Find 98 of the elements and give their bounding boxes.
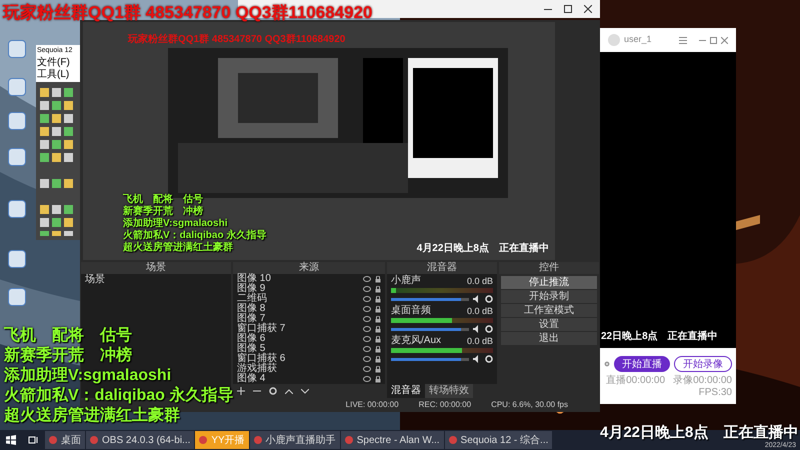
settings-icon[interactable] [269, 387, 277, 395]
promo-text: 添加助理V:sgmalaoshi [123, 218, 228, 229]
lock-icon[interactable] [375, 276, 381, 282]
control-button[interactable]: 设置 [501, 318, 597, 331]
desktop-app-icon[interactable] [8, 40, 26, 58]
stream-button[interactable]: 开始直播 [614, 356, 670, 372]
desktop-app-icon[interactable] [8, 112, 26, 130]
stat-text: 录像00:00:00 [673, 375, 732, 387]
lock-icon[interactable] [375, 346, 381, 352]
taskbar-item[interactable]: OBS 24.0.3 (64-bi... [86, 431, 194, 449]
banner-text: 玩家粉丝群QQ1群 485347870 QQ3群110684920 [3, 3, 372, 23]
task-view-icon[interactable] [28, 436, 38, 444]
desktop-app-icon[interactable] [8, 200, 26, 218]
lock-icon[interactable] [375, 336, 381, 342]
promo-text: 新赛季开荒 冲榜 [123, 206, 204, 218]
channel-name: 麦克风/Aux [391, 336, 442, 346]
promo-text: 超火送房管进满红土豪群 [123, 242, 234, 254]
lock-icon[interactable] [375, 306, 381, 312]
desktop-app-icon[interactable] [8, 288, 26, 306]
source-item[interactable]: 窗口捕获 6 [237, 354, 286, 364]
settings-icon[interactable] [485, 355, 493, 363]
menu-icon[interactable] [679, 36, 687, 44]
promo-text: 添加助理V:sgmalaoshi [4, 366, 172, 386]
lock-icon[interactable] [375, 366, 381, 372]
source-item[interactable]: 二维码 [237, 294, 267, 304]
desktop-app-icon[interactable] [8, 148, 26, 166]
dock-title: 控件 [499, 262, 599, 274]
lock-icon[interactable] [375, 286, 381, 292]
promo-text: 火箭加私V：daliqibao 永久指导 [4, 386, 234, 406]
app-icon [254, 436, 262, 444]
dock-title: 来源 [233, 262, 385, 274]
schedule-text: 4月22日晚上8点 正在直播中 [416, 242, 549, 256]
source-item[interactable]: 图像 10 [237, 274, 271, 284]
app-icon [199, 436, 208, 444]
dock-title: 混音器 [387, 262, 497, 274]
app-icon [448, 436, 457, 444]
source-item[interactable]: 窗口捕获 7 [237, 324, 286, 334]
minimize-icon[interactable] [544, 8, 552, 10]
source-item[interactable]: 图像 4 [237, 374, 266, 384]
source-item[interactable]: 游戏捕获 [237, 364, 277, 374]
control-button[interactable]: 退出 [501, 332, 597, 345]
speaker-icon[interactable] [473, 355, 481, 363]
menu-item[interactable]: 文件(F) [37, 56, 79, 68]
channel-name: 桌面音频 [391, 306, 431, 316]
lock-icon[interactable] [375, 376, 381, 382]
caption-text: 22日晚上8点 正在直播中 [600, 330, 719, 344]
speaker-icon[interactable] [473, 325, 481, 333]
control-button[interactable]: 工作室模式 [501, 304, 597, 317]
desktop-app-icon[interactable] [8, 250, 26, 268]
mixer-tab[interactable]: 混音器 [387, 384, 425, 398]
promo-text: 火箭加私V：daliqibao 永久指导 [123, 230, 266, 241]
menu-item[interactable]: 工具(L) [37, 68, 79, 80]
source-item[interactable]: 图像 9 [237, 284, 266, 294]
settings-icon[interactable] [485, 295, 493, 303]
source-item[interactable]: 图像 7 [237, 314, 266, 324]
promo-text: 飞机 配将 估号 [123, 194, 204, 205]
stat-text: FPS:30 [698, 387, 732, 399]
promo-text: 超火送房管进满红土豪群 [4, 406, 180, 426]
mixer-tab[interactable]: 转场特效 [425, 384, 473, 398]
lock-icon[interactable] [375, 356, 381, 362]
taskbar-item[interactable]: 小鹿声直播助手 [250, 431, 340, 449]
app-icon [344, 436, 353, 444]
banner-text: 玩家粉丝群QQ1群 485347870 QQ3群110684920 [128, 32, 346, 47]
control-button[interactable]: 停止推流 [501, 276, 597, 289]
source-item[interactable]: 图像 5 [237, 344, 266, 354]
db-reading: 0.0 dB [466, 276, 493, 286]
dock-title: 场景 [81, 262, 231, 274]
close-icon[interactable] [584, 5, 592, 13]
windows-start-icon[interactable] [6, 435, 16, 445]
user-name: user_1 [624, 33, 653, 46]
scene-item[interactable]: 场景 [81, 274, 231, 286]
add-icon[interactable] [237, 387, 245, 395]
app-icon [90, 436, 98, 444]
settings-icon[interactable] [485, 325, 493, 333]
speaker-icon[interactable] [473, 295, 481, 303]
desktop-app-icon[interactable] [8, 78, 26, 96]
status-text: REC: 00:00:00 [418, 399, 472, 411]
db-reading: 0.0 dB [466, 336, 493, 346]
control-button[interactable]: 开始录制 [501, 290, 597, 303]
down-icon[interactable] [301, 388, 309, 394]
taskbar-item[interactable]: 桌面 [45, 431, 85, 449]
source-item[interactable]: 图像 8 [237, 304, 266, 314]
stream-button[interactable]: 开始录像 [674, 356, 732, 372]
status-text: LIVE: 00:00:00 [346, 399, 399, 411]
channel-name: 小鹿声 [391, 276, 421, 286]
db-reading: 0.0 dB [466, 306, 493, 316]
taskbar-item[interactable]: Spectre - Alan W... [340, 431, 444, 449]
lock-icon[interactable] [375, 326, 381, 332]
up-icon[interactable] [285, 388, 293, 394]
schedule-text: 4月22日晚上8点 正在直播中 [600, 424, 798, 441]
stat-text: 直播00:00:00 [606, 375, 666, 387]
taskbar-item[interactable]: Sequoia 12 - 综合... [444, 431, 552, 449]
maximize-icon[interactable] [564, 5, 572, 13]
status-text: CPU: 6.6%, 30.00 fps [491, 399, 568, 411]
lock-icon[interactable] [375, 316, 381, 322]
source-item[interactable]: 图像 6 [237, 334, 266, 344]
app-icon [49, 436, 57, 444]
lock-icon[interactable] [375, 296, 381, 302]
